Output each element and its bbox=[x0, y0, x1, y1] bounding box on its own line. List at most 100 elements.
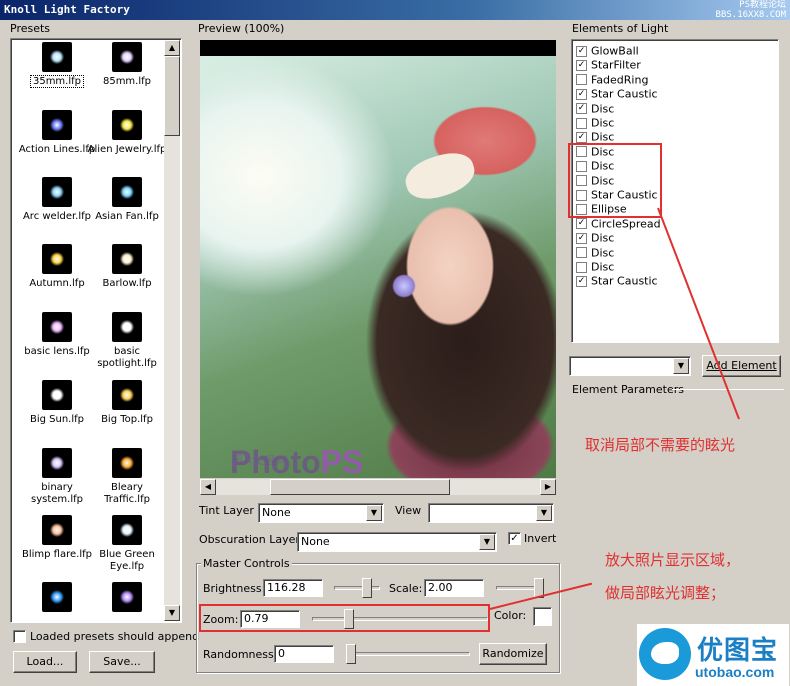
save-button[interactable]: Save... bbox=[89, 651, 155, 673]
chevron-down-icon[interactable]: ▼ bbox=[673, 358, 689, 374]
element-row[interactable]: ✓ StarFilter bbox=[576, 58, 641, 72]
element-checkbox[interactable]: ✓ bbox=[576, 59, 587, 71]
scroll-down-icon[interactable]: ▼ bbox=[164, 605, 180, 621]
element-checkbox[interactable]: ✓ bbox=[576, 103, 587, 115]
brightness-slider-thumb[interactable] bbox=[362, 578, 372, 598]
element-type-select[interactable]: ▼ bbox=[569, 356, 691, 376]
flare-glow-icon bbox=[120, 523, 134, 537]
element-row[interactable]: ✓ Disc bbox=[576, 102, 614, 116]
chevron-down-icon[interactable]: ▼ bbox=[479, 534, 495, 550]
preview-hscrollbar[interactable]: ◀ ▶ bbox=[200, 479, 556, 495]
preset-item[interactable]: Action Lines.lfp bbox=[17, 110, 97, 156]
utobao-logo: 优图宝 utobao.com bbox=[637, 624, 789, 686]
element-checkbox[interactable]: ✓ bbox=[576, 275, 587, 287]
element-checkbox[interactable]: ✓ bbox=[576, 45, 587, 57]
preset-thumbnail bbox=[112, 110, 142, 140]
element-row[interactable]: ✓ GlowBall bbox=[576, 44, 639, 58]
flare-glow-icon bbox=[120, 252, 134, 266]
chevron-down-icon[interactable]: ▼ bbox=[366, 505, 382, 521]
element-checkbox[interactable] bbox=[576, 117, 587, 129]
preset-item[interactable]: Blue Green Eye.lfp bbox=[87, 515, 167, 573]
preset-thumbnail bbox=[112, 582, 142, 612]
preset-item[interactable]: Autumn.lfp bbox=[17, 244, 97, 290]
element-row[interactable]: ✓ Star Caustic bbox=[576, 274, 658, 288]
element-checkbox[interactable]: ✓ bbox=[576, 88, 587, 100]
flare-glow-icon bbox=[120, 590, 134, 604]
preset-thumbnail bbox=[42, 448, 72, 478]
preset-item[interactable]: Barlow.lfp bbox=[87, 244, 167, 290]
color-swatch[interactable] bbox=[533, 607, 552, 626]
preset-label: Barlow.lfp bbox=[102, 278, 152, 289]
invert-checkbox[interactable]: ✓ bbox=[508, 532, 521, 545]
element-checkbox[interactable] bbox=[576, 74, 587, 86]
element-row[interactable]: Disc bbox=[576, 116, 614, 130]
scale-field[interactable]: 2.00 bbox=[424, 579, 484, 597]
preset-item[interactable]: 35mm.lfp bbox=[17, 42, 97, 88]
preset-item[interactable] bbox=[17, 582, 97, 616]
preset-item[interactable]: Bleary Traffic.lfp bbox=[87, 448, 167, 506]
annotation-note-1: 取消局部不需要的眩光 bbox=[585, 436, 736, 454]
preset-item[interactable]: Alien Jewelry.lfp bbox=[87, 110, 167, 156]
scroll-right-icon[interactable]: ▶ bbox=[540, 479, 556, 495]
chevron-down-icon[interactable]: ▼ bbox=[536, 505, 552, 521]
element-checkbox[interactable] bbox=[576, 261, 587, 273]
randomness-slider-thumb[interactable] bbox=[346, 644, 356, 664]
preset-label: Big Sun.lfp bbox=[29, 414, 84, 425]
flare-glow-icon bbox=[50, 185, 64, 199]
preview-canvas[interactable]: 照片处理网 PhotoPS bbox=[200, 40, 556, 478]
element-row[interactable]: ✓ CircleSpread bbox=[576, 217, 661, 231]
scroll-thumb[interactable] bbox=[164, 56, 180, 136]
element-row[interactable]: FadedRing bbox=[576, 73, 648, 87]
preset-label: Autumn.lfp bbox=[29, 278, 85, 289]
append-checkbox[interactable] bbox=[13, 630, 26, 643]
preset-item[interactable]: Big Top.lfp bbox=[87, 380, 167, 426]
scroll-up-icon[interactable]: ▲ bbox=[164, 40, 180, 56]
preset-item[interactable]: Blimp flare.lfp bbox=[17, 515, 97, 561]
preset-thumbnail bbox=[112, 448, 142, 478]
load-button[interactable]: Load... bbox=[13, 651, 77, 673]
randomness-field[interactable]: 0 bbox=[274, 645, 334, 663]
logo-brand: 优图宝 bbox=[697, 636, 779, 666]
element-checkbox[interactable]: ✓ bbox=[576, 232, 587, 244]
element-checkbox[interactable]: ✓ bbox=[576, 131, 587, 143]
flare-glow-icon bbox=[50, 388, 64, 402]
flare-glow-icon bbox=[50, 523, 64, 537]
color-label: Color: bbox=[494, 609, 527, 622]
element-label: FadedRing bbox=[591, 73, 649, 87]
obscuration-select[interactable]: None ▼ bbox=[297, 532, 497, 552]
scroll-left-icon[interactable]: ◀ bbox=[200, 479, 216, 495]
preset-item[interactable] bbox=[87, 582, 167, 616]
element-row[interactable]: Disc bbox=[576, 246, 614, 260]
element-label: StarFilter bbox=[591, 58, 641, 72]
element-checkbox[interactable] bbox=[576, 247, 587, 259]
brightness-field[interactable]: 116.28 bbox=[263, 579, 323, 597]
presets-scrollbar[interactable]: ▲ ▼ bbox=[164, 40, 180, 621]
preset-item[interactable]: Arc welder.lfp bbox=[17, 177, 97, 223]
tint-select[interactable]: None ▼ bbox=[258, 503, 384, 523]
element-row[interactable]: Disc bbox=[576, 260, 614, 274]
preset-item[interactable]: Asian Fan.lfp bbox=[87, 177, 167, 223]
preset-thumbnail bbox=[42, 515, 72, 545]
randomness-slider-track[interactable] bbox=[346, 652, 470, 656]
hscroll-thumb[interactable] bbox=[270, 479, 450, 495]
preset-item[interactable]: Big Sun.lfp bbox=[17, 380, 97, 426]
elements-heading: Elements of Light bbox=[572, 22, 669, 35]
preset-thumbnail bbox=[42, 110, 72, 140]
hat-bow bbox=[400, 146, 480, 206]
flare-glow-icon bbox=[120, 185, 134, 199]
annotation-note-2b: 做局部眩光调整； bbox=[605, 584, 726, 602]
view-select[interactable]: ▼ bbox=[428, 503, 554, 523]
randomize-button[interactable]: Randomize bbox=[479, 643, 547, 665]
element-row[interactable]: ✓ Star Caustic bbox=[576, 87, 658, 101]
element-row[interactable]: ✓ Disc bbox=[576, 231, 614, 245]
element-checkbox[interactable]: ✓ bbox=[576, 218, 587, 230]
preset-item[interactable]: binary system.lfp bbox=[17, 448, 97, 506]
preset-item[interactable]: basic lens.lfp bbox=[17, 312, 97, 358]
preset-item[interactable]: 85mm.lfp bbox=[87, 42, 167, 88]
brightness-slider-track[interactable] bbox=[334, 586, 380, 590]
tint-label: Tint Layer bbox=[199, 504, 254, 517]
preset-item[interactable]: basic spotlight.lfp bbox=[87, 312, 167, 370]
watermark-photo: Photo bbox=[230, 444, 321, 478]
view-label: View bbox=[395, 504, 422, 517]
presets-list[interactable]: 35mm.lfp 85mm.lfp Action Lines.lfp Alien Je… bbox=[13, 40, 179, 621]
